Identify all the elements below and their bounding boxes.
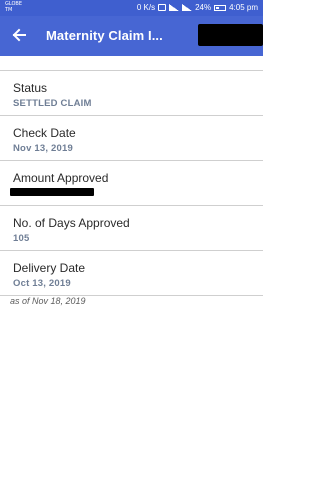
as-of-date: as of Nov 18, 2019 xyxy=(10,296,86,306)
claim-details-list: Status SETTLED CLAIM Check Date Nov 13, … xyxy=(0,70,263,296)
detail-row-delivery-date: Delivery Date Oct 13, 2019 xyxy=(0,251,263,295)
status-icons: 0 K/s 24% 4:05 pm xyxy=(137,3,258,12)
status-bar: GLOBE TM 0 K/s 24% 4:05 pm xyxy=(0,0,263,16)
redaction-block xyxy=(198,24,263,46)
back-arrow-icon[interactable] xyxy=(8,24,30,46)
signal-icon xyxy=(169,4,180,11)
detail-label: Amount Approved xyxy=(13,171,109,185)
detail-value: SETTLED CLAIM xyxy=(13,98,92,109)
battery-percent: 24% xyxy=(195,3,212,12)
detail-row-check-date: Check Date Nov 13, 2019 xyxy=(0,116,263,160)
detail-value: Nov 13, 2019 xyxy=(13,143,73,154)
detail-value: 105 xyxy=(13,233,30,244)
app-bar: Maternity Claim I... xyxy=(0,16,263,56)
detail-row-status: Status SETTLED CLAIM xyxy=(0,71,263,115)
vibrate-icon xyxy=(158,4,167,11)
detail-label: Delivery Date xyxy=(13,261,86,275)
detail-value: Oct 13, 2019 xyxy=(13,278,71,289)
detail-label: Status xyxy=(13,81,48,95)
redaction-block xyxy=(10,188,94,196)
network-speed: 0 K/s xyxy=(136,3,156,12)
signal-icon-2 xyxy=(182,4,193,11)
carrier-label: GLOBE TM xyxy=(5,1,23,13)
page-title: Maternity Claim I... xyxy=(46,28,163,43)
detail-label: Check Date xyxy=(13,126,76,140)
detail-row-amount-approved: Amount Approved xyxy=(0,161,263,205)
battery-icon xyxy=(214,4,227,11)
detail-row-days-approved: No. of Days Approved 105 xyxy=(0,206,263,250)
detail-label: No. of Days Approved xyxy=(13,216,130,230)
clock: 4:05 pm xyxy=(229,3,258,12)
